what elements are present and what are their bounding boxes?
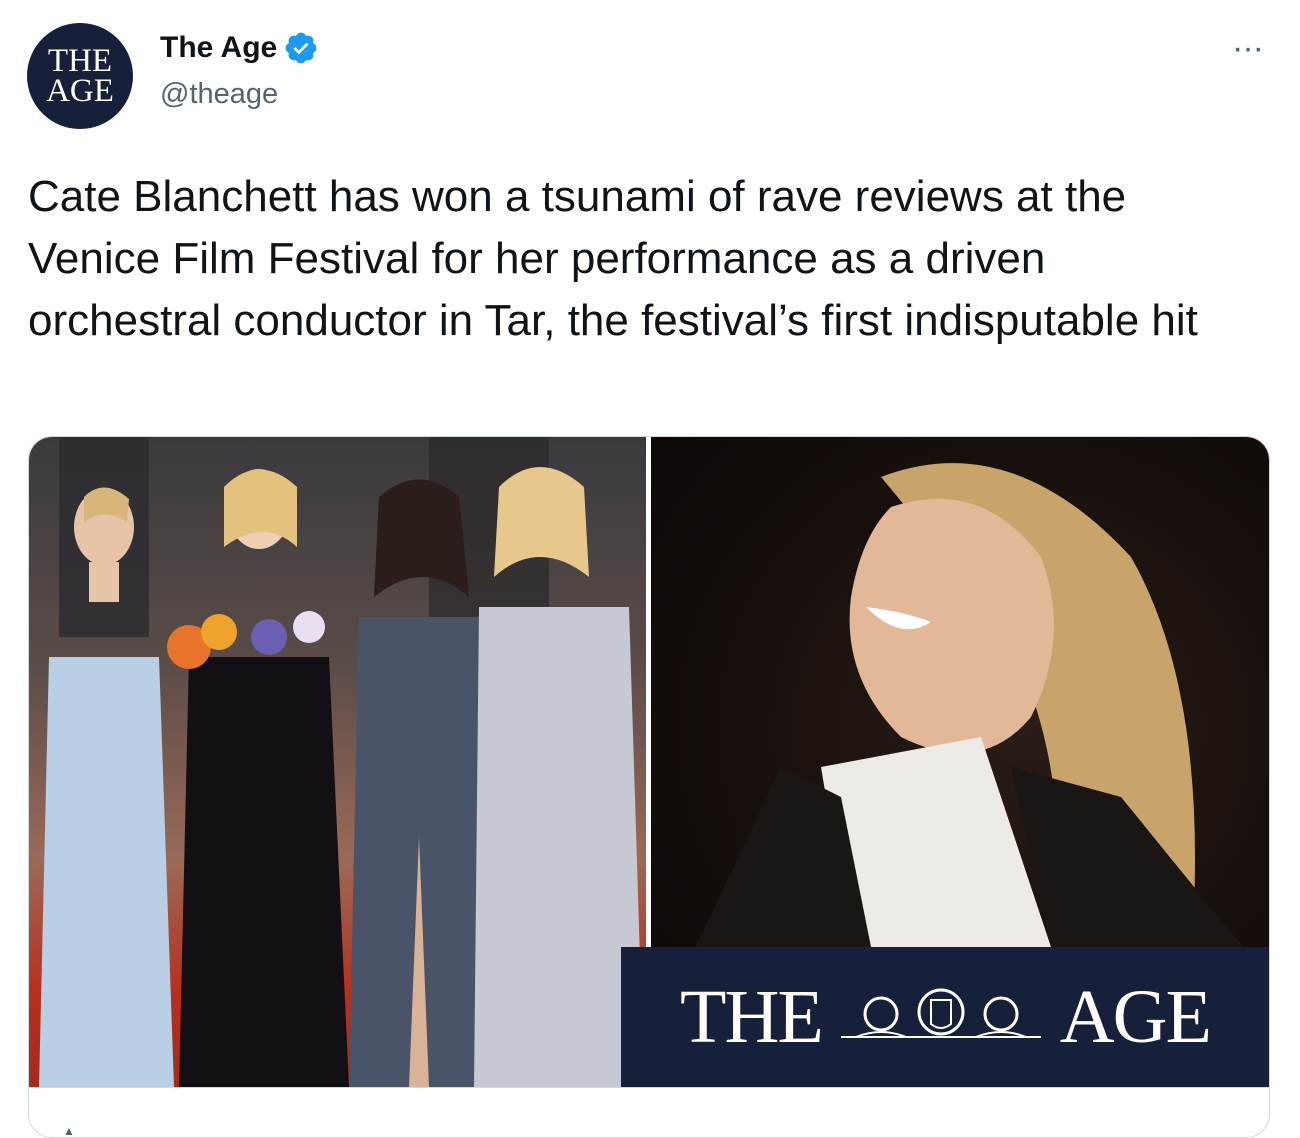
tweet-text: Cate Blanchett has won a tsunami of rave… [28,172,1198,345]
link-source-icon: ▲ [63,1124,75,1138]
crest-logo-icon [840,988,1041,1038]
brand-word-left: THE [680,974,824,1059]
avatar-line-1: THE [47,43,113,79]
brand-word-right: AGE [1059,974,1212,1059]
brand-banner: THE AGE [621,947,1269,1087]
author-handle[interactable]: @theage [160,78,278,111]
card-footer[interactable]: ▲ [29,1087,1269,1138]
verified-badge-icon [285,32,317,64]
author-avatar[interactable]: THE AGE [27,23,133,129]
author-name-row: The Age [160,30,319,66]
avatar-line-2: AGE [46,73,114,109]
more-options-icon[interactable]: ··· [1232,31,1264,65]
media-card[interactable]: THE AGE ▲ [28,436,1270,1138]
photo-red-carpet[interactable] [29,437,646,1087]
author-display-name[interactable]: The Age [160,31,277,65]
red-carpet-illustration [39,437,644,1087]
